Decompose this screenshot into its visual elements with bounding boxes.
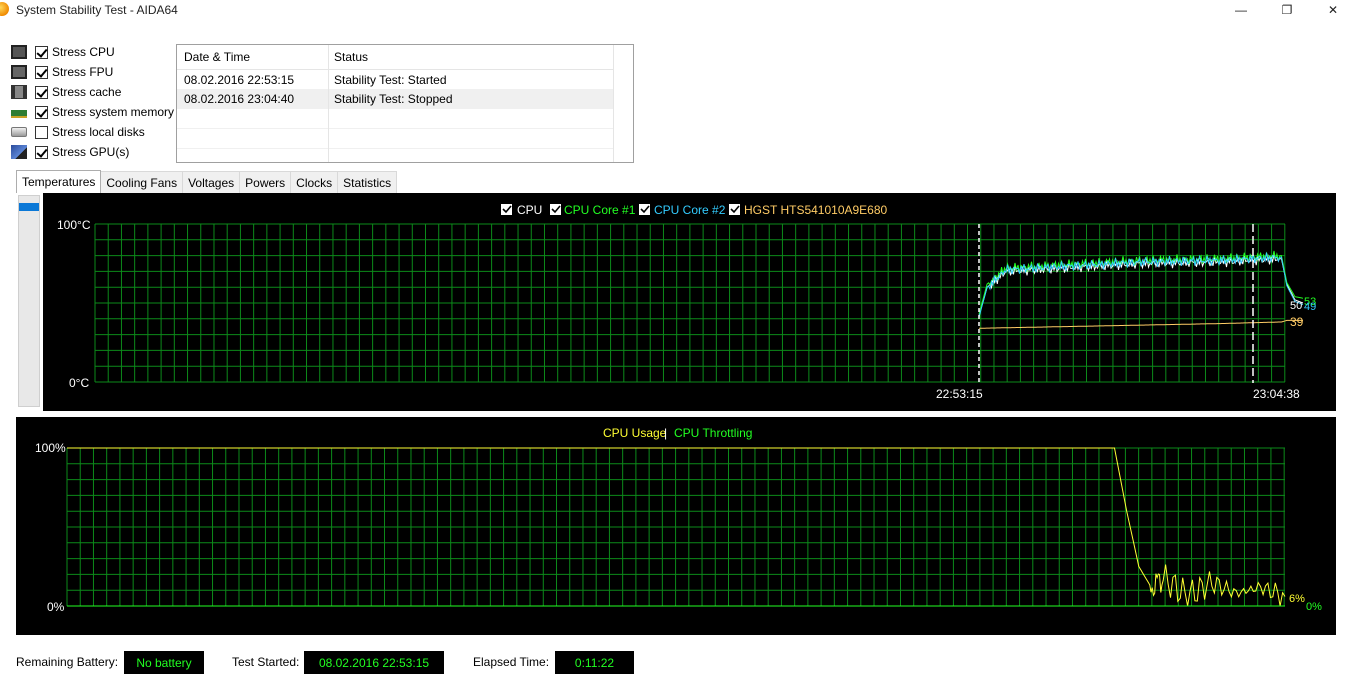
stress-gpu-checkbox[interactable] [35,145,48,159]
stress-cpu-checkbox[interactable] [35,45,48,59]
y-axis-bottom-label: 0% [47,600,65,614]
legend-separator: | [664,426,667,440]
cache-icon [11,85,27,99]
temperature-graph: CPU CPU Core #1 CPU Core #2 HGST HTS5410… [43,193,1336,411]
cpu-icon [11,45,27,59]
row-datetime: 08.02.2016 23:04:40 [184,91,295,106]
stress-memory-label: Stress system memory [52,105,175,119]
end-label-hdd: 39 [1290,315,1304,329]
column-divider [328,45,329,162]
legend-core2[interactable]: CPU Core #2 [639,203,726,217]
title-bar: System Stability Test - AIDA64 — ❐ ✕ [0,0,1355,20]
stress-gpu-option[interactable]: Stress GPU(s) [11,143,129,161]
x-label-start: 22:53:15 [936,387,983,401]
temperature-series [978,250,1304,329]
temperature-legend: CPU CPU Core #1 CPU Core #2 HGST HTS5410… [501,203,888,217]
cpu-usage-graph: CPU Usage | CPU Throttling 100% 0% 6% 0% [16,417,1336,635]
battery-value: No battery [124,651,204,674]
row-status: Stability Test: Started [334,72,447,87]
elapsed-time-value: 0:11:22 [555,651,634,674]
tab-powers[interactable]: Powers [239,171,292,193]
usage-grid [66,447,1285,607]
slider-thumb[interactable] [19,203,39,211]
end-label-cpu: 50 [1290,300,1302,312]
disk-icon [11,127,27,137]
y-axis-top-label: 100°C [57,218,91,232]
table-row-empty [177,147,613,167]
restore-button[interactable]: ❐ [1264,0,1310,20]
end-label-usage: 6% [1289,593,1305,605]
stress-cache-option[interactable]: Stress cache [11,83,121,101]
gpu-icon [11,145,27,159]
table-row-empty [177,129,613,149]
stress-memory-checkbox[interactable] [35,105,48,119]
battery-label: Remaining Battery: [16,655,119,669]
table-row[interactable]: 08.02.2016 23:04:40 Stability Test: Stop… [177,89,613,109]
memory-icon [11,109,27,118]
temperature-chart-svg: CPU CPU Core #1 CPU Core #2 HGST HTS5410… [57,203,1316,401]
test-started-value: 08.02.2016 22:53:15 [304,651,444,674]
row-status: Stability Test: Stopped [334,91,453,106]
tab-temperatures[interactable]: Temperatures [16,170,102,193]
stress-fpu-label: Stress FPU [52,65,114,79]
graph-scroll-slider[interactable] [18,195,40,407]
y-axis-bottom-label: 0°C [69,376,89,390]
legend-core1[interactable]: CPU Core #1 [550,203,636,217]
table-row[interactable]: 08.02.2016 22:53:15 Stability Test: Star… [177,70,613,90]
close-button[interactable]: ✕ [1310,0,1355,20]
series-hdd-line [979,319,1303,329]
row-datetime: 08.02.2016 22:53:15 [184,72,295,87]
elapsed-time-label: Elapsed Time: [473,655,550,669]
legend-core1-label: CPU Core #1 [564,203,636,217]
stress-disks-option[interactable]: Stress local disks [11,123,145,141]
legend-hdd[interactable]: HGST HTS541010A9E680 [729,203,888,217]
end-label-throttling: 0% [1306,601,1322,613]
stress-memory-option[interactable]: Stress system memory [11,103,174,121]
stress-disks-label: Stress local disks [52,125,145,139]
usage-legend: CPU Usage | CPU Throttling [603,426,752,440]
fpu-icon [11,65,27,79]
cpu-usage-chart-svg: CPU Usage | CPU Throttling 100% 0% 6% 0% [35,426,1322,614]
stress-fpu-option[interactable]: Stress FPU [11,63,113,81]
test-started-label: Test Started: [232,655,300,669]
stress-cpu-option[interactable]: Stress CPU [11,43,115,61]
minimize-button[interactable]: — [1218,0,1264,20]
stress-cache-label: Stress cache [52,85,122,99]
stress-cache-checkbox[interactable] [35,85,48,99]
legend-cpu-usage: CPU Usage [603,426,667,440]
table-row-empty [177,109,613,129]
column-divider [613,45,614,162]
tab-cooling-fans[interactable]: Cooling Fans [100,171,184,193]
stress-cpu-label: Stress CPU [52,45,115,59]
column-header-status[interactable]: Status [334,45,604,69]
status-log-header: Date & Time Status [177,45,613,70]
window-title: System Stability Test - AIDA64 [16,3,178,17]
aida64-app-icon [0,2,9,16]
legend-hdd-label: HGST HTS541010A9E680 [744,203,888,217]
stress-fpu-checkbox[interactable] [35,65,48,79]
tab-clocks[interactable]: Clocks [290,171,339,193]
stress-gpu-label: Stress GPU(s) [52,145,130,159]
temperature-grid [94,223,1286,383]
y-axis-top-label: 100% [35,441,66,455]
x-label-end: 23:04:38 [1253,387,1300,401]
legend-core2-label: CPU Core #2 [654,203,726,217]
legend-cpu-label: CPU [517,203,542,217]
end-label-core2: 49 [1304,301,1316,313]
column-header-datetime[interactable]: Date & Time [184,45,329,69]
graph-tabs: Temperatures Cooling Fans Voltages Power… [16,170,398,193]
tab-statistics[interactable]: Statistics [337,171,398,193]
stress-disks-checkbox[interactable] [35,125,48,139]
status-log-table[interactable]: Date & Time Status 08.02.2016 22:53:15 S… [176,44,634,163]
legend-cpu-throttling: CPU Throttling [674,426,752,440]
tab-voltages[interactable]: Voltages [182,171,241,193]
legend-cpu[interactable]: CPU [501,203,542,217]
